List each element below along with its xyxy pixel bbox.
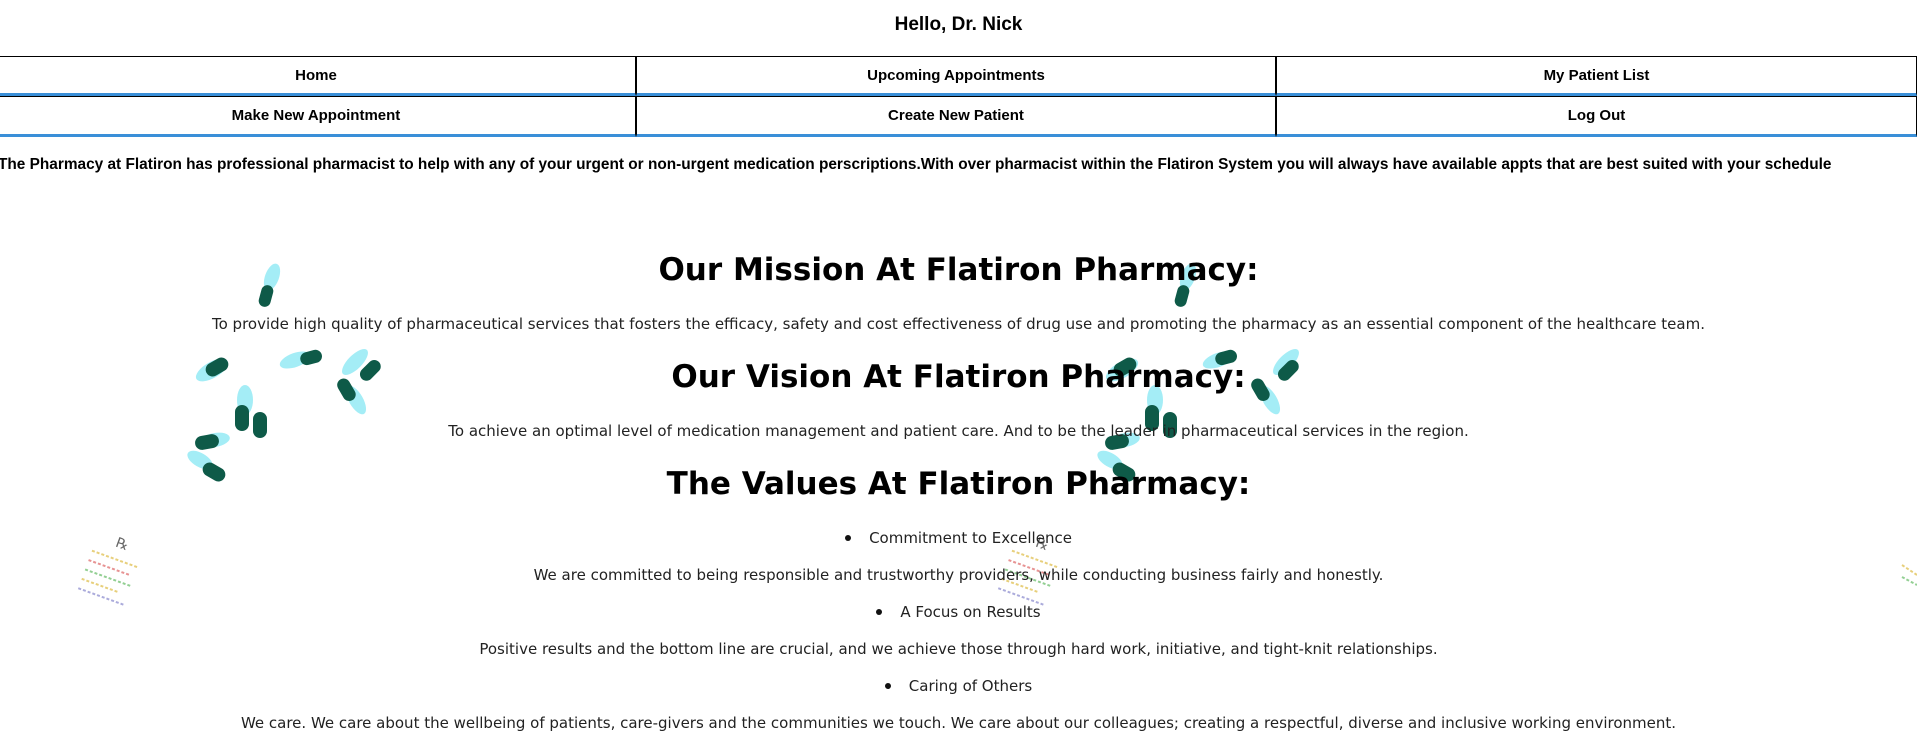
value-heading: A Focus on Results	[900, 603, 1041, 621]
mission-title: Our Mission At Flatiron Pharmacy:	[658, 252, 1259, 288]
value-text: We care. We care about the wellbeing of …	[240, 714, 1677, 732]
nav-upcoming-appointments-link[interactable]: Upcoming Appointments	[636, 56, 1276, 96]
bullet-icon	[876, 608, 883, 615]
value-item-caring: Caring of Others	[0, 677, 1917, 695]
nav-logout-link[interactable]: Log Out	[1276, 96, 1917, 137]
value-text: Positive results and the bottom line are…	[479, 640, 1438, 658]
intro-text: The Pharmacy at Flatiron has professiona…	[0, 156, 1832, 173]
value-heading: Commitment to Excellence	[869, 529, 1072, 547]
vision-title: Our Vision At Flatiron Pharmacy:	[671, 359, 1246, 395]
nav-make-appointment-link[interactable]: Make New Appointment	[0, 96, 636, 137]
bullet-icon	[884, 682, 891, 689]
value-text: We are committed to being responsible an…	[533, 566, 1384, 584]
vision-text: To achieve an optimal level of medicatio…	[448, 422, 1469, 440]
bullet-icon	[845, 534, 852, 541]
value-item-results: A Focus on Results	[0, 603, 1917, 621]
values-title: The Values At Flatiron Pharmacy:	[666, 466, 1251, 502]
value-item-excellence: Commitment to Excellence	[0, 529, 1917, 547]
nav-patient-list-link[interactable]: My Patient List	[1276, 56, 1917, 96]
value-heading: Caring of Others	[908, 677, 1033, 695]
nav-create-patient-link[interactable]: Create New Patient	[636, 96, 1276, 137]
greeting-heading: Hello, Dr. Nick	[894, 14, 1023, 35]
nav-home-link[interactable]: Home	[0, 56, 636, 96]
main-nav: Home Upcoming Appointments My Patient Li…	[0, 56, 1917, 137]
mission-text: To provide high quality of pharmaceutica…	[212, 315, 1705, 333]
